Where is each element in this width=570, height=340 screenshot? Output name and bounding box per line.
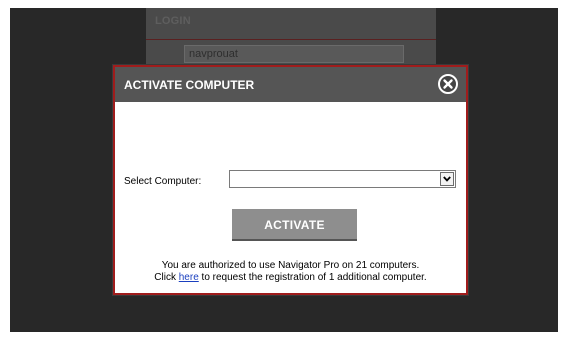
activate-button[interactable]: ACTIVATE bbox=[232, 209, 357, 241]
chevron-down-icon bbox=[443, 176, 451, 182]
login-divider bbox=[146, 39, 436, 40]
close-icon bbox=[443, 79, 453, 89]
select-computer-label: Select Computer: bbox=[124, 176, 202, 187]
select-computer-dropdown[interactable] bbox=[229, 170, 456, 188]
activate-computer-dialog: ACTIVATE COMPUTER Select Computer: ACTIV… bbox=[113, 65, 468, 295]
registration-request-text: Click here to request the registration o… bbox=[115, 272, 466, 283]
click-text: Click bbox=[154, 272, 176, 283]
close-button[interactable] bbox=[438, 74, 458, 94]
login-panel: LOGIN bbox=[146, 8, 436, 68]
dropdown-arrow-button[interactable] bbox=[440, 172, 454, 186]
request-text: to request the registration of 1 additio… bbox=[201, 272, 427, 283]
dialog-title: ACTIVATE COMPUTER bbox=[124, 78, 255, 92]
username-input[interactable] bbox=[184, 45, 404, 63]
login-title: LOGIN bbox=[155, 15, 191, 27]
authorization-info-text: You are authorized to use Navigator Pro … bbox=[161, 260, 420, 271]
dialog-header: ACTIVATE COMPUTER bbox=[115, 67, 466, 102]
here-link[interactable]: here bbox=[179, 272, 199, 283]
